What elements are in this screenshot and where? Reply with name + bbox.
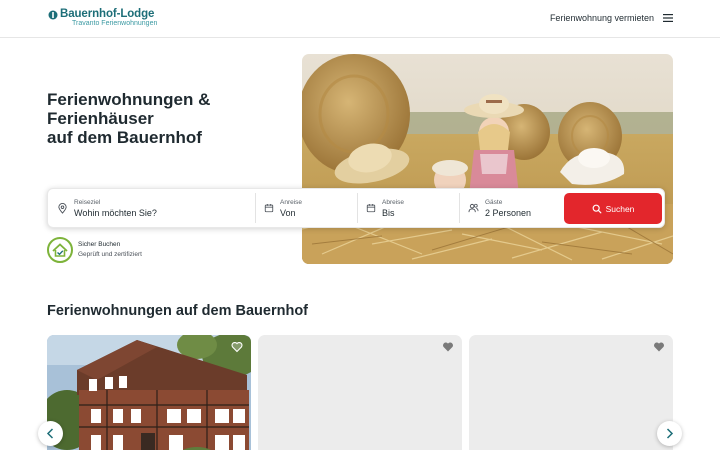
search-bar: Reiseziel Wohin möchten Sie? Anreise Von… — [47, 188, 665, 228]
departure-label: Abreise — [382, 198, 405, 206]
departure-input[interactable]: Bis — [382, 207, 404, 219]
logo[interactable]: Bauernhof-Lodge Travanto Ferienwohnungen — [48, 8, 157, 28]
arrival-field[interactable]: Anreise Von — [264, 189, 356, 227]
divider — [357, 193, 358, 223]
chevron-left-icon — [46, 428, 54, 439]
destination-input[interactable]: Wohin möchten Sie? — [74, 207, 157, 219]
logo-title: Bauernhof-Lodge — [60, 8, 155, 20]
carousel-next-button[interactable] — [657, 421, 682, 446]
carousel-prev-button[interactable] — [38, 421, 63, 446]
divider — [459, 193, 460, 223]
trust-title: Sicher Buchen — [78, 241, 121, 248]
favorite-heart-icon[interactable] — [653, 341, 665, 353]
section-title: Ferienwohnungen auf dem Bauernhof — [47, 303, 309, 319]
arrival-input[interactable]: Von — [280, 207, 302, 219]
chevron-right-icon — [666, 428, 674, 439]
property-card[interactable] — [469, 335, 673, 450]
trust-subtitle: Geprüft und zertifiziert — [78, 251, 142, 258]
favorite-heart-icon[interactable] — [442, 341, 454, 353]
map-pin-icon — [58, 202, 67, 214]
users-icon — [468, 203, 479, 213]
property-card[interactable] — [258, 335, 462, 450]
calendar-icon — [366, 204, 376, 213]
hero-title: Ferienwohnungen & Ferienhäuser auf dem B… — [47, 90, 287, 147]
search-button-label: Suchen — [605, 203, 635, 214]
hamburger-menu-icon[interactable] — [663, 13, 673, 23]
hero-title-line: Ferienwohnungen & — [47, 90, 211, 109]
hero-title-line: auf dem Bauernhof — [47, 128, 202, 147]
hero-image — [302, 54, 673, 264]
guests-field[interactable]: Gäste 2 Personen — [468, 189, 560, 227]
calendar-icon — [264, 204, 274, 213]
arrival-label: Anreise — [280, 198, 303, 206]
departure-field[interactable]: Abreise Bis — [366, 189, 458, 227]
search-icon — [592, 204, 601, 213]
destination-label: Reiseziel — [74, 198, 101, 206]
divider — [255, 193, 256, 223]
property-card[interactable] — [47, 335, 251, 450]
search-button[interactable]: Suchen — [564, 193, 662, 224]
property-image — [47, 335, 251, 450]
secure-booking-badge-icon — [47, 237, 73, 263]
rent-out-link[interactable]: Ferienwohnung vermieten — [550, 13, 654, 23]
hero-title-line: Ferienhäuser — [47, 109, 154, 128]
trust-badge: Sicher Buchen Geprüft und zertifiziert — [47, 237, 142, 263]
logo-subtitle: Travanto Ferienwohnungen — [72, 20, 158, 27]
guests-input[interactable]: 2 Personen — [485, 207, 531, 219]
guests-label: Gäste — [485, 198, 503, 206]
favorite-heart-icon[interactable] — [231, 341, 243, 353]
logo-mark-icon — [48, 10, 58, 20]
destination-field[interactable]: Reiseziel Wohin möchten Sie? — [57, 189, 253, 227]
site-header: Bauernhof-Lodge Travanto Ferienwohnungen… — [0, 0, 720, 38]
